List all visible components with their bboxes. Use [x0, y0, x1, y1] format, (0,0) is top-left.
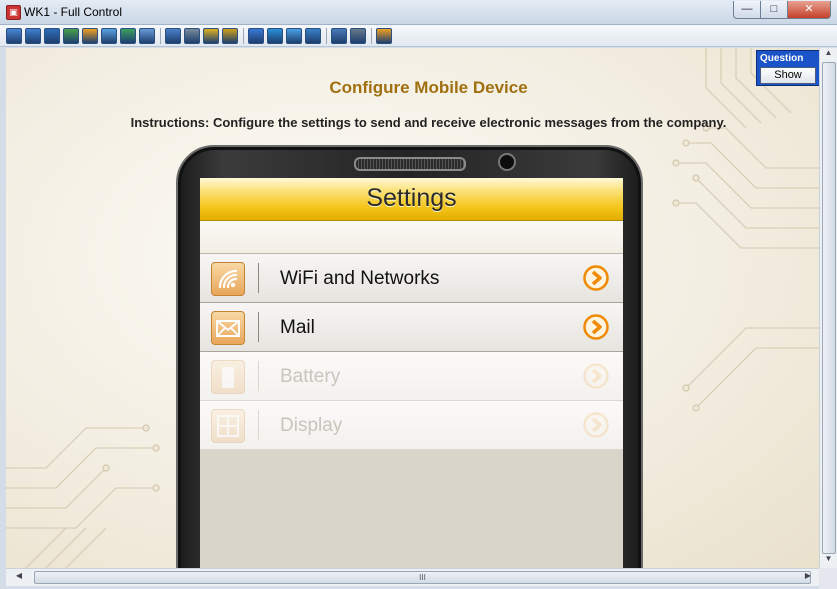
users-icon[interactable]	[184, 27, 200, 44]
menu-item-label: Display	[280, 415, 343, 436]
window-title: WK1 - Full Control	[24, 5, 123, 19]
phone-camera	[498, 153, 516, 171]
toolbar-separator	[326, 27, 327, 44]
window-controls: — □ ✕	[733, 1, 831, 19]
toolbar-separator	[371, 27, 372, 44]
app-icon: ▣	[6, 5, 21, 20]
chat-icon[interactable]	[101, 27, 117, 44]
settings-menu: WiFi and Networks Mail Battery Display	[200, 254, 623, 450]
scroll-up-icon[interactable]: ▲	[820, 48, 837, 62]
settings-title: Settings	[366, 184, 457, 212]
display-icon	[211, 409, 245, 443]
page-title: Configure Mobile Device	[329, 78, 528, 97]
phone-speaker	[354, 157, 466, 171]
exit-icon[interactable]	[376, 27, 392, 44]
tools-icon[interactable]	[350, 27, 366, 44]
menu-item-mail[interactable]: Mail	[200, 303, 623, 352]
menu-item-battery: Battery	[200, 352, 623, 401]
screen-icon[interactable]	[6, 27, 22, 44]
fit-icon[interactable]	[267, 27, 283, 44]
menu-item-label: WiFi and Networks	[280, 268, 440, 289]
instructions-text: Instructions: Configure the settings to …	[130, 115, 727, 130]
maximize-button[interactable]: □	[760, 1, 788, 19]
menu-item-label: Mail	[280, 317, 315, 338]
item-divider	[258, 361, 259, 391]
toolbar-separator	[160, 27, 161, 44]
phone-screen: Settings WiFi and Networks Mail Battery …	[200, 178, 623, 568]
window-icon[interactable]	[286, 27, 302, 44]
snapshot-icon[interactable]	[331, 27, 347, 44]
menu-item-label: Battery	[280, 366, 341, 387]
vertical-scroll-thumb[interactable]	[822, 62, 836, 554]
phone-icon[interactable]	[120, 27, 136, 44]
clock-icon[interactable]	[82, 27, 98, 44]
monitor-icon[interactable]	[25, 27, 41, 44]
lock-icon[interactable]	[203, 27, 219, 44]
horizontal-scrollbar[interactable]: ◀ III ▶	[6, 568, 819, 586]
item-divider	[258, 410, 259, 440]
phone-device: Settings WiFi and Networks Mail Battery …	[176, 145, 643, 568]
scroll-right-icon[interactable]: ▶	[801, 571, 815, 580]
scrollbar-corner	[819, 568, 837, 589]
chevron-right-icon[interactable]	[583, 314, 609, 340]
mail-icon	[211, 311, 245, 345]
transfer-icon[interactable]	[63, 27, 79, 44]
title-bar[interactable]: ▣ WK1 - Full Control — □ ✕	[0, 0, 837, 25]
chevron-right-icon	[583, 412, 609, 438]
minimize-button[interactable]: —	[733, 1, 761, 19]
fullscreen-icon[interactable]	[248, 27, 264, 44]
battery-icon	[211, 360, 245, 394]
menu-item-wifi-and-networks[interactable]: WiFi and Networks	[200, 254, 623, 303]
close-button[interactable]: ✕	[787, 1, 831, 19]
user-icon[interactable]	[165, 27, 181, 44]
lock-alt-icon[interactable]	[222, 27, 238, 44]
toolbar	[0, 25, 837, 47]
settings-spacer	[200, 221, 623, 254]
toolbar-separator	[243, 27, 244, 44]
vertical-scrollbar[interactable]: ▲ ▼	[819, 48, 837, 568]
content-area: Configure Mobile Device Instructions: Co…	[6, 48, 819, 568]
scroll-left-icon[interactable]: ◀	[12, 571, 26, 580]
chevron-right-icon[interactable]	[583, 265, 609, 291]
wifi-icon	[211, 262, 245, 296]
horizontal-scroll-thumb[interactable]: III	[34, 571, 811, 584]
question-label: Question	[760, 53, 804, 64]
item-divider	[258, 312, 259, 342]
chevron-right-icon	[583, 363, 609, 389]
settings-header: Settings	[200, 178, 623, 221]
scale-icon[interactable]	[305, 27, 321, 44]
question-panel: Question Show	[756, 50, 819, 86]
show-question-button[interactable]: Show	[760, 67, 816, 84]
console-icon[interactable]	[44, 27, 60, 44]
item-divider	[258, 263, 259, 293]
scroll-down-icon[interactable]: ▼	[820, 554, 837, 568]
menu-item-display: Display	[200, 401, 623, 450]
message-icon[interactable]	[139, 27, 155, 44]
